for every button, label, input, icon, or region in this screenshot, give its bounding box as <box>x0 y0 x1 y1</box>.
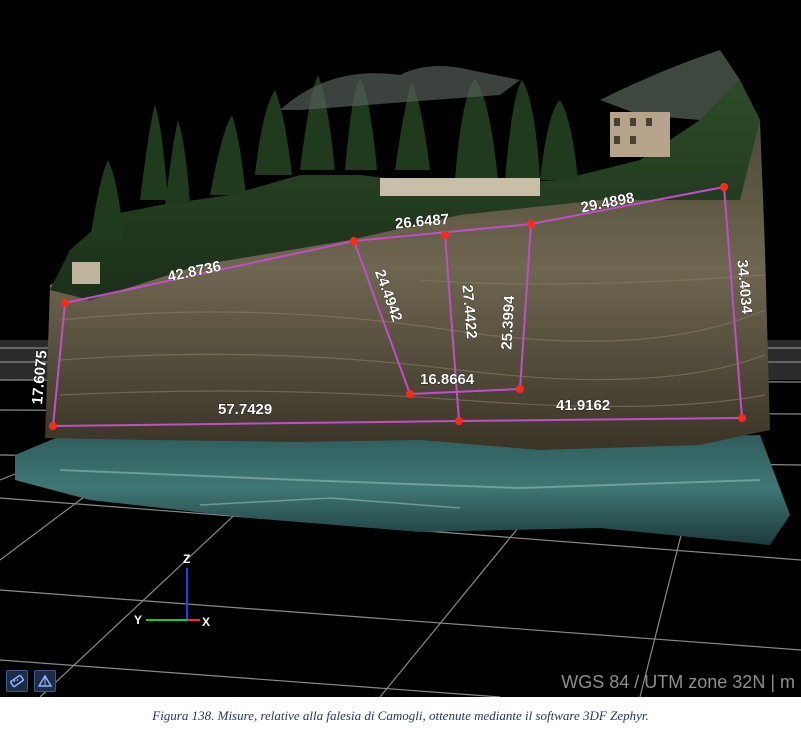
measure-label-inner-bottom: 16.8664 <box>420 371 475 388</box>
measure-point[interactable] <box>441 231 449 239</box>
measure-label-bottom-left-edge: 57.7429 <box>218 401 272 418</box>
mesh-tool-button[interactable] <box>34 670 56 692</box>
axis-y-label: Y <box>134 613 142 627</box>
measure-point[interactable] <box>516 385 524 393</box>
measure-point[interactable] <box>720 183 728 191</box>
axis-gizmo: Z Y X <box>134 552 210 629</box>
measure-point[interactable] <box>738 414 746 422</box>
axis-x-label: X <box>202 615 210 629</box>
measure-point[interactable] <box>61 299 69 307</box>
axis-z-label: Z <box>183 552 190 566</box>
measure-point[interactable] <box>350 237 358 245</box>
mesh-tool-icon <box>37 674 53 687</box>
figure-caption: Figura 138. Misure, relative alla falesi… <box>152 708 649 723</box>
measure-point[interactable] <box>49 422 57 430</box>
point-cloud-scene[interactable]: 42.8736 26.6487 29.4898 17.6075 24.4942 … <box>0 0 801 697</box>
measure-label-inner-vertical-2: 25.3994 <box>498 294 518 350</box>
measure-point[interactable] <box>455 417 463 425</box>
3d-viewport[interactable]: 42.8736 26.6487 29.4898 17.6075 24.4942 … <box>0 0 801 697</box>
measure-point[interactable] <box>527 220 535 228</box>
coordinate-system-label: WGS 84 / UTM zone 32N | m <box>561 672 795 692</box>
measure-point[interactable] <box>406 390 414 398</box>
measure-label-bottom-right-edge: 41.9162 <box>556 397 610 414</box>
sea-surface <box>15 430 790 545</box>
measure-tool-button[interactable] <box>6 670 28 692</box>
measure-tool-icon <box>10 674 24 688</box>
